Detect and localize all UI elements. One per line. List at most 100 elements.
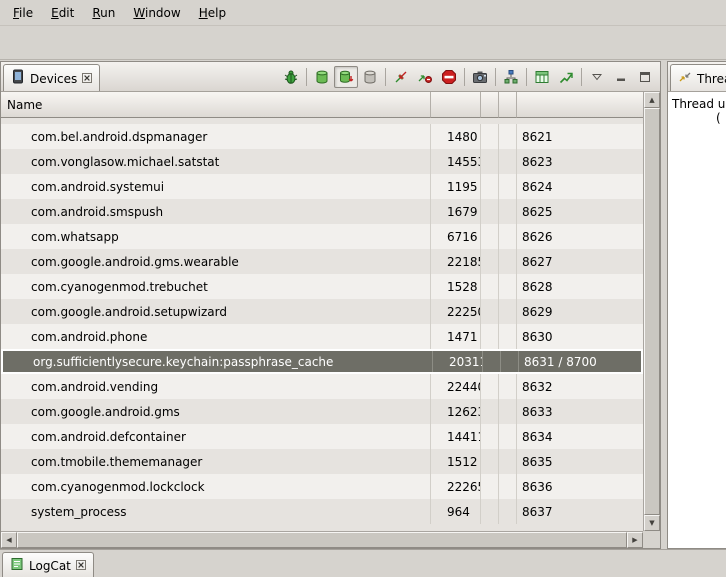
threads-panel-header: Threads <box>668 62 726 92</box>
maximize-icon[interactable] <box>633 66 657 88</box>
tab-logcat-label: LogCat <box>29 558 71 573</box>
empty-cell <box>481 174 499 199</box>
process-pid: 1512 <box>431 449 481 474</box>
empty-cell <box>499 149 517 174</box>
process-pid: 1528 <box>431 274 481 299</box>
horizontal-scroll-thumb[interactable] <box>17 532 627 548</box>
debug-process-icon[interactable] <box>279 66 303 88</box>
process-port: 8635 <box>517 449 643 474</box>
tab-logcat[interactable]: LogCat <box>2 552 94 577</box>
toolbar-separator <box>526 68 527 86</box>
close-icon[interactable] <box>82 73 92 83</box>
process-port: 8630 <box>517 324 643 349</box>
process-name: com.google.android.gms <box>1 399 431 424</box>
table-row[interactable]: com.tmobile.thememanager15128635 <box>1 449 643 474</box>
process-pid: 1195 <box>431 174 481 199</box>
table-row[interactable]: com.google.android.setupwizard222508629 <box>1 299 643 324</box>
empty-cell <box>483 351 501 372</box>
menu-run[interactable]: Run <box>83 2 124 24</box>
table-row[interactable]: com.android.phone14718630 <box>1 324 643 349</box>
table-row[interactable]: com.android.smspush16798625 <box>1 199 643 224</box>
dump-view-hierarchy-icon[interactable] <box>499 66 523 88</box>
tab-threads-label: Threads <box>697 71 726 86</box>
sysinfo-grid-icon[interactable] <box>530 66 554 88</box>
empty-cell <box>499 474 517 499</box>
process-port: 8637 <box>517 499 643 524</box>
table-row[interactable]: com.whatsapp67168626 <box>1 224 643 249</box>
empty-cell <box>499 199 517 224</box>
table-row[interactable]: com.android.vending224408632 <box>1 374 643 399</box>
threads-body: Thread up ( <box>668 92 726 548</box>
main-toolbar <box>0 26 726 60</box>
table-row[interactable]: com.cyanogenmod.trebuchet15288628 <box>1 274 643 299</box>
device-icon <box>11 69 25 87</box>
empty-cell <box>499 224 517 249</box>
update-heap-icon[interactable] <box>310 66 334 88</box>
process-name: com.bel.android.dspmanager <box>1 124 431 149</box>
empty-cell <box>499 374 517 399</box>
empty-cell <box>481 424 499 449</box>
scroll-right-button[interactable]: ▶ <box>627 532 643 548</box>
threads-message-line2: ( <box>668 111 726 125</box>
process-port: 8629 <box>517 299 643 324</box>
update-threads-icon[interactable] <box>389 66 413 88</box>
table-row[interactable]: org.sufficientlysecure.keychain:passphra… <box>1 349 643 374</box>
vertical-scrollbar[interactable]: ▲ ▼ <box>643 92 660 531</box>
empty-cell <box>499 449 517 474</box>
screen-capture-icon[interactable] <box>468 66 492 88</box>
empty-cell <box>501 351 519 372</box>
process-port: 8626 <box>517 224 643 249</box>
process-name: com.vonglasow.michael.satstat <box>1 149 431 174</box>
table-row[interactable]: com.google.android.gms.wearable221858627 <box>1 249 643 274</box>
table-row[interactable]: com.android.systemui11958624 <box>1 174 643 199</box>
scroll-left-button[interactable]: ◀ <box>1 532 17 548</box>
empty-cell <box>481 199 499 224</box>
tab-devices-label: Devices <box>30 71 77 86</box>
menu-edit[interactable]: Edit <box>42 2 83 24</box>
view-menu-icon[interactable] <box>585 66 609 88</box>
start-method-profiling-icon[interactable] <box>413 66 437 88</box>
empty-cell <box>481 499 499 524</box>
sysinfo-graph-icon[interactable] <box>554 66 578 88</box>
dump-hprof-icon[interactable] <box>334 66 358 88</box>
scroll-down-button[interactable]: ▼ <box>644 515 660 531</box>
process-pid: 14553 <box>431 149 481 174</box>
toolbar-separator <box>495 68 496 86</box>
tab-threads[interactable]: Threads <box>670 64 726 91</box>
minimize-icon[interactable] <box>609 66 633 88</box>
empty-cell <box>499 399 517 424</box>
close-icon[interactable] <box>76 560 86 570</box>
empty-cell <box>481 474 499 499</box>
logcat-tabbar: LogCat <box>0 549 726 577</box>
process-name: org.sufficientlysecure.keychain:passphra… <box>3 351 433 372</box>
cause-gc-icon[interactable] <box>358 66 382 88</box>
empty-cell <box>481 449 499 474</box>
column-header-pid[interactable] <box>431 92 481 118</box>
process-port: 8623 <box>517 149 643 174</box>
horizontal-scrollbar[interactable]: ◀ ▶ <box>1 531 643 548</box>
toolbar-separator <box>306 68 307 86</box>
vertical-scroll-thumb[interactable] <box>644 108 660 515</box>
table-row[interactable]: com.android.defcontainer144118634 <box>1 424 643 449</box>
process-name: com.android.systemui <box>1 174 431 199</box>
threads-message-line1: Thread up <box>668 97 726 111</box>
column-header-port[interactable] <box>517 92 643 118</box>
menu-window[interactable]: Window <box>124 2 189 24</box>
menu-help[interactable]: Help <box>190 2 235 24</box>
table-row[interactable]: system_process9648637 <box>1 499 643 524</box>
table-row[interactable]: com.google.android.gms126238633 <box>1 399 643 424</box>
tab-devices[interactable]: Devices <box>3 64 100 91</box>
empty-cell <box>499 274 517 299</box>
process-name: com.android.phone <box>1 324 431 349</box>
process-port: 8636 <box>517 474 643 499</box>
table-row[interactable]: com.cyanogenmod.lockclock222658636 <box>1 474 643 499</box>
process-port: 8627 <box>517 249 643 274</box>
column-header-name[interactable]: Name <box>1 92 431 118</box>
scroll-up-button[interactable]: ▲ <box>644 92 660 108</box>
empty-cell <box>499 499 517 524</box>
table-row[interactable]: com.vonglasow.michael.satstat14553 8623 <box>1 149 643 174</box>
table-row[interactable]: com.bel.android.dspmanager14808621 <box>1 124 643 149</box>
process-name: com.android.defcontainer <box>1 424 431 449</box>
stop-process-icon[interactable] <box>437 66 461 88</box>
menu-file[interactable]: File <box>4 2 42 24</box>
